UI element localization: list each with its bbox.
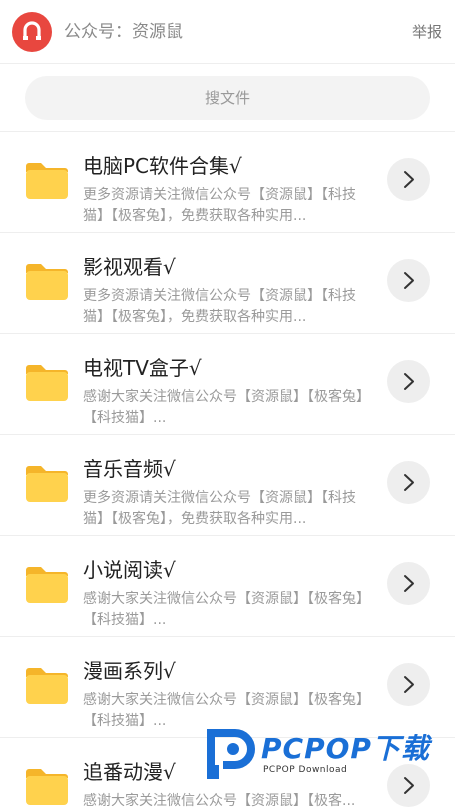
folder-list-item[interactable]: 音乐音频√ 更多资源请关注微信公众号【资源鼠】【科技猫】【极客兔】，免费获取各种实…	[0, 435, 455, 536]
watermark-text: PCPOP下载	[261, 732, 430, 765]
folder-description: 感谢大家关注微信公众号【资源鼠】【极客兔】【科技猫】...	[83, 389, 370, 426]
account-label: 公众号：资源鼠	[64, 22, 183, 42]
folder-list-item[interactable]: 小说阅读√ 感谢大家关注微信公众号【资源鼠】【极客兔】【科技猫】...	[0, 536, 455, 637]
open-folder-button[interactable]	[387, 158, 430, 201]
folder-icon	[26, 365, 68, 401]
folder-description: 感谢大家关注微信公众号【资源鼠】【极客...	[83, 793, 356, 808]
chevron-right-icon	[404, 272, 414, 289]
folder-title: 漫画系列√	[83, 659, 176, 683]
open-folder-button[interactable]	[387, 259, 430, 302]
folder-list: 电脑PC软件合集√ 更多资源请关注微信公众号【资源鼠】【科技猫】【极客兔】，免费获…	[0, 132, 455, 808]
chevron-right-icon	[404, 676, 414, 693]
open-folder-button[interactable]	[387, 562, 430, 605]
folder-list-item[interactable]: 影视观看√ 更多资源请关注微信公众号【资源鼠】【科技猫】【极客兔】，免费获取各种实…	[0, 233, 455, 334]
folder-description: 更多资源请关注微信公众号【资源鼠】【科技猫】【极客兔】，免费获取各种实用...	[83, 187, 356, 224]
folder-icon	[26, 466, 68, 502]
header: 公众号：资源鼠 举报	[0, 0, 455, 64]
folder-list-item[interactable]: 电视TV盒子√ 感谢大家关注微信公众号【资源鼠】【极客兔】【科技猫】...	[0, 334, 455, 435]
folder-description: 更多资源请关注微信公众号【资源鼠】【科技猫】【极客兔】，免费获取各种实用...	[83, 288, 356, 325]
folder-icon	[26, 567, 68, 603]
search-bar: 搜文件	[0, 65, 455, 132]
folder-icon	[26, 163, 68, 199]
open-folder-button[interactable]	[387, 663, 430, 706]
pcpop-logo-icon	[207, 729, 255, 779]
folder-title: 追番动漫√	[83, 760, 176, 784]
folder-title: 小说阅读√	[83, 558, 176, 582]
magnet-icon	[23, 21, 41, 40]
folder-title: 影视观看√	[83, 255, 176, 279]
chevron-right-icon	[404, 171, 414, 188]
folder-title: 音乐音频√	[83, 457, 176, 481]
folder-description: 更多资源请关注微信公众号【资源鼠】【科技猫】【极客兔】，免费获取各种实用...	[83, 490, 356, 527]
folder-description: 感谢大家关注微信公众号【资源鼠】【极客兔】【科技猫】...	[83, 591, 370, 628]
open-folder-button[interactable]	[387, 360, 430, 403]
chevron-right-icon	[404, 474, 414, 491]
watermark-subtext: PCPOP Download	[263, 765, 348, 775]
open-folder-button[interactable]	[387, 461, 430, 504]
folder-title: 电视TV盒子√	[83, 356, 202, 380]
folder-title: 电脑PC软件合集√	[83, 154, 242, 178]
folder-icon	[26, 264, 68, 300]
folder-list-item[interactable]: 电脑PC软件合集√ 更多资源请关注微信公众号【资源鼠】【科技猫】【极客兔】，免费获…	[0, 132, 455, 233]
search-input[interactable]: 搜文件	[25, 76, 430, 120]
folder-icon	[26, 769, 68, 805]
chevron-right-icon	[404, 575, 414, 592]
account-logo[interactable]	[12, 12, 52, 52]
chevron-right-icon	[404, 373, 414, 390]
report-button[interactable]: 举报	[412, 21, 442, 43]
watermark: PCPOP下载 PCPOP Download	[205, 722, 455, 782]
folder-icon	[26, 668, 68, 704]
